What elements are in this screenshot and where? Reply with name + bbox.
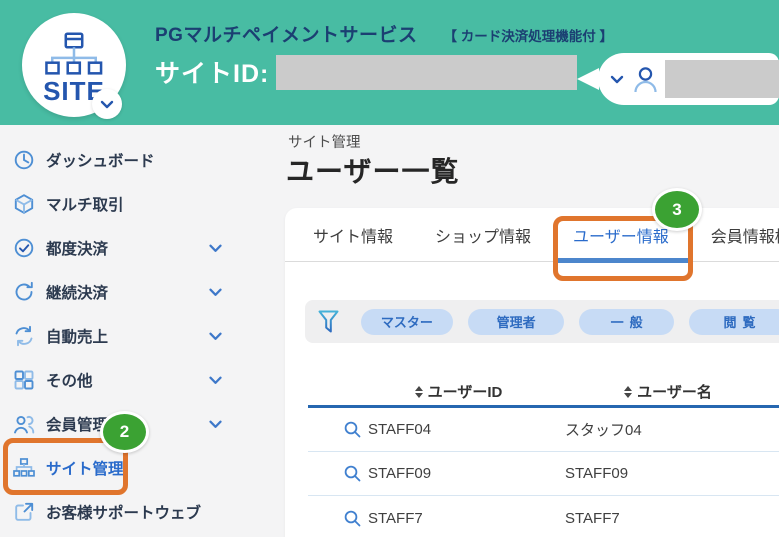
column-header-user-id[interactable]: ユーザーID <box>360 381 557 402</box>
sort-icon <box>415 386 423 398</box>
chevron-down-icon <box>100 100 114 109</box>
tab-site-info[interactable]: サイト情報 <box>313 208 393 262</box>
role-filter-bar: マスター 管理者 一般 閲覧 <box>305 300 779 343</box>
chevron-down-icon <box>209 376 222 385</box>
content-card: サイト情報 ショップ情報 ユーザー情報 会員情報検索 マスター 管理者 一般 閲… <box>285 208 779 537</box>
user-icon <box>633 66 658 93</box>
sidebar-item-recurring-payment[interactable]: 継続決済 <box>0 270 285 314</box>
logo-menu-button[interactable] <box>92 89 122 119</box>
sitemap-icon <box>13 457 35 479</box>
column-header-user-name[interactable]: ユーザー名 <box>557 381 779 402</box>
breadcrumb[interactable]: サイト管理 <box>288 131 361 152</box>
chevron-down-icon <box>209 244 222 253</box>
chevron-down-icon <box>209 332 222 341</box>
chevron-down-icon <box>209 288 222 297</box>
cube-icon <box>13 193 35 215</box>
service-title: PGマルチペイメントサービス <box>155 20 417 47</box>
app-header: SITE PGマルチペイメントサービス 【 カード決済処理機能付 】 サイトID… <box>0 0 779 125</box>
sidebar-item-auto-sales[interactable]: 自動売上 <box>0 314 285 358</box>
site-id-redacted <box>276 55 577 90</box>
check-circle-icon <box>13 237 35 259</box>
sidebar-item-others[interactable]: その他 <box>0 358 285 402</box>
filter-funnel-icon <box>318 310 339 334</box>
user-account-menu[interactable] <box>577 53 779 105</box>
site-id-label: サイトID: <box>155 54 269 90</box>
external-link-icon <box>13 501 35 523</box>
cell-user-name: STAFF09 <box>557 465 779 482</box>
grid-icon <box>13 369 35 391</box>
cell-user-id: STAFF09 <box>360 465 557 482</box>
user-table: ユーザーID ユーザー名 STAFF04 スタッフ <box>308 378 779 537</box>
admin-screen: SITE PGマルチペイメントサービス 【 カード決済処理機能付 】 サイトID… <box>0 0 779 537</box>
filter-chip-admin[interactable]: 管理者 <box>468 309 564 335</box>
step-badge-2: 2 <box>100 411 149 453</box>
cell-user-id: STAFF04 <box>360 421 557 438</box>
dashboard-icon <box>13 149 35 171</box>
magnifier-icon <box>344 421 361 438</box>
tab-member-info-search[interactable]: 会員情報検索 <box>711 208 779 262</box>
cell-user-name: STAFF7 <box>557 510 779 527</box>
user-name-redacted <box>665 60 779 98</box>
tab-bar: サイト情報 ショップ情報 ユーザー情報 会員情報検索 <box>285 208 779 262</box>
sort-icon <box>624 386 632 398</box>
user-table-header: ユーザーID ユーザー名 <box>308 378 779 408</box>
filter-chip-master[interactable]: マスター <box>361 309 453 335</box>
filter-chip-general[interactable]: 一般 <box>579 309 674 335</box>
repeat-icon <box>13 281 35 303</box>
row-detail-button[interactable] <box>308 465 360 482</box>
chevron-down-icon <box>209 420 222 429</box>
table-row: STAFF7 STAFF7 <box>308 496 779 537</box>
filter-chip-view[interactable]: 閲覧 <box>689 309 779 335</box>
magnifier-icon <box>344 465 361 482</box>
bubble-tail <box>577 68 599 90</box>
step-badge-3: 3 <box>652 188 702 231</box>
cell-user-id: STAFF7 <box>360 510 557 527</box>
sidebar-nav: ダッシュボード マルチ取引 都度決済 <box>0 125 285 534</box>
sidebar-item-onetime-payment[interactable]: 都度決済 <box>0 226 285 270</box>
sitemap-logo-icon <box>45 32 103 76</box>
cell-user-name: スタッフ04 <box>557 419 779 440</box>
tab-shop-info[interactable]: ショップ情報 <box>435 208 531 262</box>
sidebar-item-dashboard[interactable]: ダッシュボード <box>0 138 285 182</box>
row-detail-button[interactable] <box>308 421 360 438</box>
members-icon <box>13 413 35 435</box>
sidebar-item-customer-support-web[interactable]: お客様サポートウェブ <box>0 490 285 534</box>
page-title: ユーザー一覧 <box>286 150 459 190</box>
sidebar-item-site-management[interactable]: サイト管理 <box>0 446 285 490</box>
sync-icon <box>13 325 35 347</box>
table-row: STAFF09 STAFF09 <box>308 452 779 496</box>
row-detail-button[interactable] <box>308 510 360 527</box>
magnifier-icon <box>344 510 361 527</box>
chevron-down-icon <box>610 75 624 84</box>
table-row: STAFF04 スタッフ04 <box>308 408 779 452</box>
sidebar-item-multi-transaction[interactable]: マルチ取引 <box>0 182 285 226</box>
service-subtitle: 【 カード決済処理機能付 】 <box>443 25 613 45</box>
